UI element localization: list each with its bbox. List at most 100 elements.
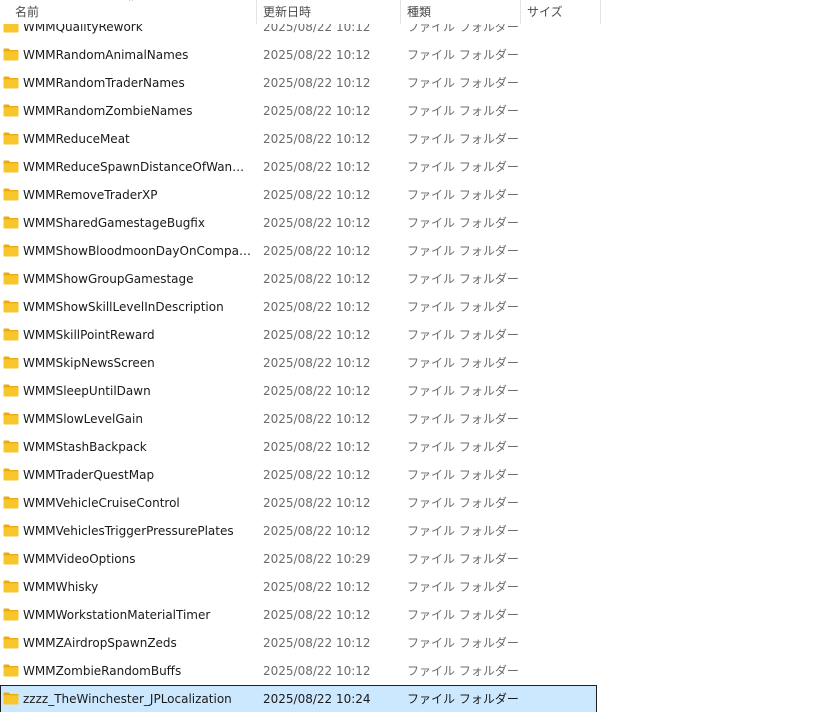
file-row[interactable]: WMMShowGroupGamestage 2025/08/22 10:12 ファイ… xyxy=(0,265,597,293)
file-modified-date: 2025/08/22 10:12 xyxy=(263,412,371,426)
file-type: ファイル フォルダー xyxy=(407,132,519,146)
file-type: ファイル フォルダー xyxy=(407,216,519,230)
file-name: WMMWorkstationMaterialTimer xyxy=(23,608,211,622)
folder-icon xyxy=(3,328,19,341)
file-name: zzzz_TheWinchester_JPLocalization xyxy=(23,692,232,706)
file-row[interactable]: WMMRemoveTraderXP 2025/08/22 10:12 ファイル フォ… xyxy=(0,181,597,209)
file-modified-date: 2025/08/22 10:24 xyxy=(263,692,371,706)
file-name: WMMVehicleCruiseControl xyxy=(23,496,180,510)
file-type: ファイル フォルダー xyxy=(407,440,519,454)
file-row[interactable]: WMMReduceMeat 2025/08/22 10:12 ファイル フォルダー xyxy=(0,125,597,153)
file-row[interactable]: WMMStashBackpack 2025/08/22 10:12 ファイル フォル… xyxy=(0,433,597,461)
folder-icon xyxy=(3,76,19,89)
column-divider[interactable] xyxy=(600,0,601,24)
file-name: WMMSleepUntilDawn xyxy=(23,384,151,398)
file-row[interactable]: WMMSkipNewsScreen 2025/08/22 10:12 ファイル フォ… xyxy=(0,349,597,377)
folder-icon xyxy=(3,300,19,313)
folder-icon xyxy=(3,356,19,369)
file-type: ファイル フォルダー xyxy=(407,552,519,566)
file-row[interactable]: WMMZombieRandomBuffs 2025/08/22 10:12 ファイル… xyxy=(0,657,597,685)
file-row[interactable]: WMMVehicleCruiseControl 2025/08/22 10:12 フ… xyxy=(0,489,597,517)
file-modified-date: 2025/08/22 10:12 xyxy=(263,132,371,146)
file-modified-date: 2025/08/22 10:12 xyxy=(263,48,371,62)
file-type: ファイル フォルダー xyxy=(407,524,519,538)
file-type: ファイル フォルダー xyxy=(407,580,519,594)
file-row[interactable]: WMMSkillPointReward 2025/08/22 10:12 ファイル … xyxy=(0,321,597,349)
file-name: WMMWhisky xyxy=(23,580,99,594)
file-type: ファイル フォルダー xyxy=(407,496,519,510)
file-name: WMMReduceMeat xyxy=(23,132,130,146)
file-name: WMMRemoveTraderXP xyxy=(23,188,158,202)
file-row[interactable]: WMMReduceSpawnDistanceOfWanderin... 2025/… xyxy=(0,153,597,181)
file-type: ファイル フォルダー xyxy=(407,412,519,426)
file-name: WMMVideoOptions xyxy=(23,552,136,566)
file-row[interactable]: WMMWorkstationMaterialTimer 2025/08/22 10… xyxy=(0,601,597,629)
file-type: ファイル フォルダー xyxy=(407,664,519,678)
column-header-size[interactable]: サイズ xyxy=(520,0,600,24)
file-type: ファイル フォルダー xyxy=(407,48,519,62)
file-name: WMMVehiclesTriggerPressurePlates xyxy=(23,524,234,538)
file-modified-date: 2025/08/22 10:29 xyxy=(263,552,371,566)
file-modified-date: 2025/08/22 10:12 xyxy=(263,636,371,650)
file-name: WMMRandomZombieNames xyxy=(23,104,193,118)
file-name: WMMSkillPointReward xyxy=(23,328,155,342)
file-modified-date: 2025/08/22 10:12 xyxy=(263,496,371,510)
folder-icon xyxy=(3,468,19,481)
file-modified-date: 2025/08/22 10:12 xyxy=(263,468,371,482)
file-modified-date: 2025/08/22 10:12 xyxy=(263,76,371,90)
file-modified-date: 2025/08/22 10:12 xyxy=(263,524,371,538)
file-type: ファイル フォルダー xyxy=(407,328,519,342)
file-modified-date: 2025/08/22 10:12 xyxy=(263,188,371,202)
file-list: WMMQualityRework 2025/08/22 10:12 ファイル フォル… xyxy=(0,13,600,712)
chevron-up-icon: ⌃ xyxy=(127,0,135,8)
file-name: WMMRandomAnimalNames xyxy=(23,48,189,62)
file-name: WMMShowSkillLevelInDescription xyxy=(23,300,224,314)
column-header-type[interactable]: 種類 xyxy=(400,0,520,24)
file-row[interactable]: WMMSlowLevelGain 2025/08/22 10:12 ファイル フォル… xyxy=(0,405,597,433)
file-row[interactable]: WMMSharedGamestageBugfix 2025/08/22 10:12… xyxy=(0,209,597,237)
file-name: WMMShowBloodmoonDayOnCompass xyxy=(23,244,251,258)
file-row[interactable]: WMMVehiclesTriggerPressurePlates 2025/08/… xyxy=(0,517,597,545)
folder-icon xyxy=(3,524,19,537)
file-row[interactable]: WMMSleepUntilDawn 2025/08/22 10:12 ファイル フォ… xyxy=(0,377,597,405)
column-header-date[interactable]: 更新日時 xyxy=(256,0,400,24)
file-modified-date: 2025/08/22 10:12 xyxy=(263,440,371,454)
file-type: ファイル フォルダー xyxy=(407,272,519,286)
file-row[interactable]: WMMRandomTraderNames 2025/08/22 10:12 ファイル… xyxy=(0,69,597,97)
file-modified-date: 2025/08/22 10:12 xyxy=(263,580,371,594)
file-row[interactable]: WMMVideoOptions 2025/08/22 10:29 ファイル フォルダ… xyxy=(0,545,597,573)
folder-icon xyxy=(3,272,19,285)
file-type: ファイル フォルダー xyxy=(407,384,519,398)
file-row[interactable]: zzzz_TheWinchester_JPLocalization 2025/08… xyxy=(0,685,597,712)
file-row[interactable]: WMMZAirdropSpawnZeds 2025/08/22 10:12 ファイル… xyxy=(0,629,597,657)
file-modified-date: 2025/08/22 10:12 xyxy=(263,384,371,398)
folder-icon xyxy=(3,580,19,593)
folder-icon xyxy=(3,440,19,453)
file-modified-date: 2025/08/22 10:12 xyxy=(263,104,371,118)
file-modified-date: 2025/08/22 10:12 xyxy=(263,160,371,174)
file-type: ファイル フォルダー xyxy=(407,468,519,482)
file-list-pane: WMMQualityRework 2025/08/22 10:12 ファイル フォル… xyxy=(0,0,840,712)
file-modified-date: 2025/08/22 10:12 xyxy=(263,356,371,370)
file-type: ファイル フォルダー xyxy=(407,300,519,314)
file-row[interactable]: WMMRandomAnimalNames 2025/08/22 10:12 ファイル… xyxy=(0,41,597,69)
file-row[interactable]: WMMShowSkillLevelInDescription 2025/08/22… xyxy=(0,293,597,321)
file-row[interactable]: WMMShowBloodmoonDayOnCompass 2025/08/22 1… xyxy=(0,237,597,265)
folder-icon xyxy=(3,160,19,173)
folder-icon xyxy=(3,664,19,677)
folder-icon xyxy=(3,104,19,117)
file-name: WMMZAirdropSpawnZeds xyxy=(23,636,177,650)
folder-icon xyxy=(3,48,19,61)
file-row[interactable]: WMMTraderQuestMap 2025/08/22 10:12 ファイル フォ… xyxy=(0,461,597,489)
file-modified-date: 2025/08/22 10:12 xyxy=(263,328,371,342)
file-type: ファイル フォルダー xyxy=(407,636,519,650)
file-name: WMMTraderQuestMap xyxy=(23,468,155,482)
file-name: WMMSkipNewsScreen xyxy=(23,356,155,370)
file-row[interactable]: WMMRandomZombieNames 2025/08/22 10:12 ファイル… xyxy=(0,97,597,125)
file-name: WMMStashBackpack xyxy=(23,440,147,454)
file-modified-date: 2025/08/22 10:12 xyxy=(263,664,371,678)
file-row[interactable]: WMMWhisky 2025/08/22 10:12 ファイル フォルダー xyxy=(0,573,597,601)
file-name: WMMSharedGamestageBugfix xyxy=(23,216,205,230)
file-modified-date: 2025/08/22 10:12 xyxy=(263,300,371,314)
file-name: WMMReduceSpawnDistanceOfWanderin... xyxy=(23,160,251,174)
